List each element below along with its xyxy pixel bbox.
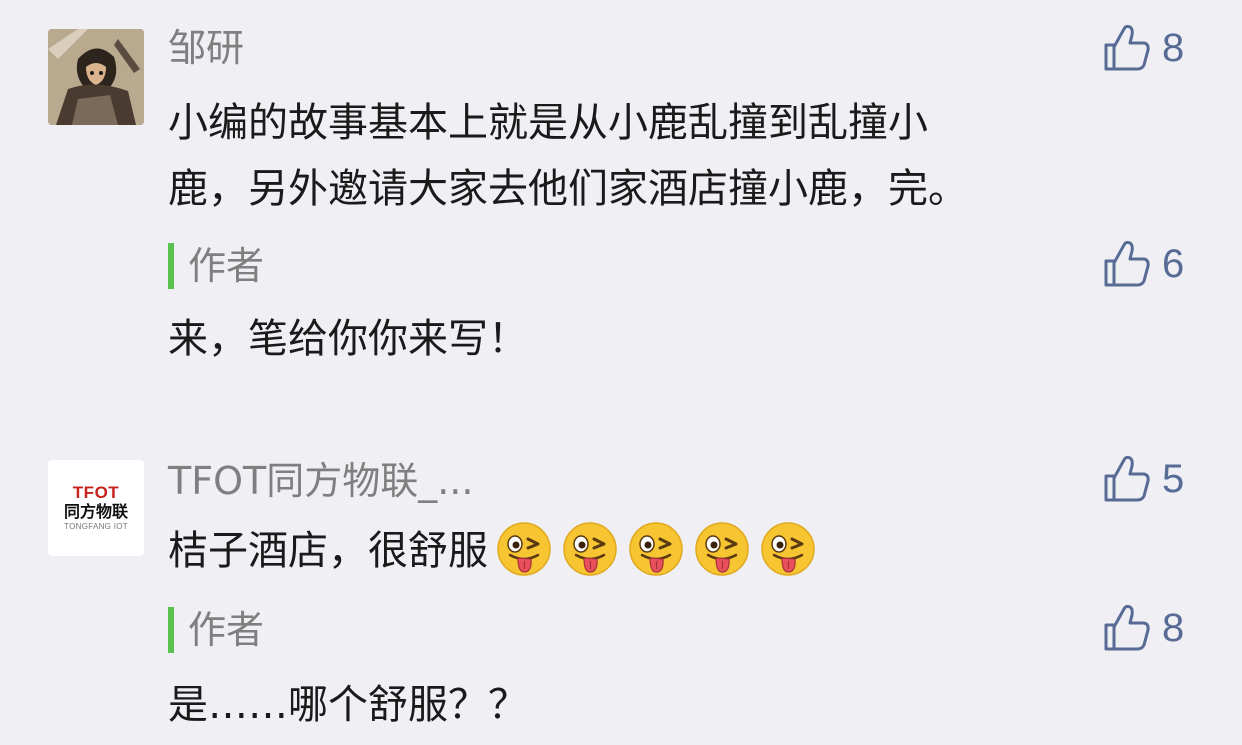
thumbs-up-icon (1104, 455, 1150, 502)
comment-text-line: 小编的故事基本上就是从小鹿乱撞到乱撞小 (168, 100, 928, 146)
winking-tongue-emoji (496, 521, 552, 577)
like-count: 6 (1162, 242, 1185, 286)
author-label: 作者 (188, 244, 265, 288)
comment-text: 桔子酒店，很舒服 (168, 518, 1178, 584)
manga-warrior-icon (48, 29, 144, 125)
comment-username[interactable]: TFOT同方物联_... (168, 457, 473, 505)
reply-like-button[interactable]: 6 (1102, 239, 1184, 289)
like-button[interactable]: 5 (1102, 454, 1184, 504)
emoji-row (496, 521, 816, 577)
tfot-logo-cn: 同方物联 (63, 502, 128, 521)
winking-tongue-emoji (562, 521, 618, 577)
like-button[interactable]: 8 (1102, 23, 1184, 73)
like-count: 8 (1162, 606, 1185, 650)
author-indicator (168, 243, 174, 289)
thumbs-up-icon (1104, 24, 1150, 71)
author-indicator (168, 607, 174, 653)
tfot-logo-en: TONGFANG IOT (64, 522, 128, 531)
reply-text: 是……哪个舒服？？ (168, 682, 528, 728)
comment-username[interactable]: 邹研 (168, 24, 244, 72)
like-count: 5 (1162, 457, 1185, 501)
avatar[interactable] (48, 29, 144, 125)
winking-tongue-emoji (760, 521, 816, 577)
author-label: 作者 (188, 608, 265, 652)
comment-text-line: 鹿，另外邀请大家去他们家酒店撞小鹿，完。 (168, 166, 968, 212)
winking-tongue-emoji (628, 521, 684, 577)
avatar[interactable]: TFOT 同方物联 TONGFANG IOT (48, 460, 144, 556)
comment-text: 小编的故事基本上就是从小鹿乱撞到乱撞小 鹿，另外邀请大家去他们家酒店撞小鹿，完。 (168, 90, 1178, 222)
winking-tongue-emoji (694, 521, 750, 577)
like-count: 8 (1162, 26, 1185, 70)
comment-text-content: 桔子酒店，很舒服 (168, 528, 488, 574)
tfot-logo-text: TFOT (72, 483, 120, 502)
thumbs-up-icon (1104, 604, 1150, 651)
reply-text: 来，笔给你你来写！ (168, 316, 528, 362)
thumbs-up-icon (1104, 240, 1150, 287)
reply-like-button[interactable]: 8 (1102, 603, 1184, 653)
